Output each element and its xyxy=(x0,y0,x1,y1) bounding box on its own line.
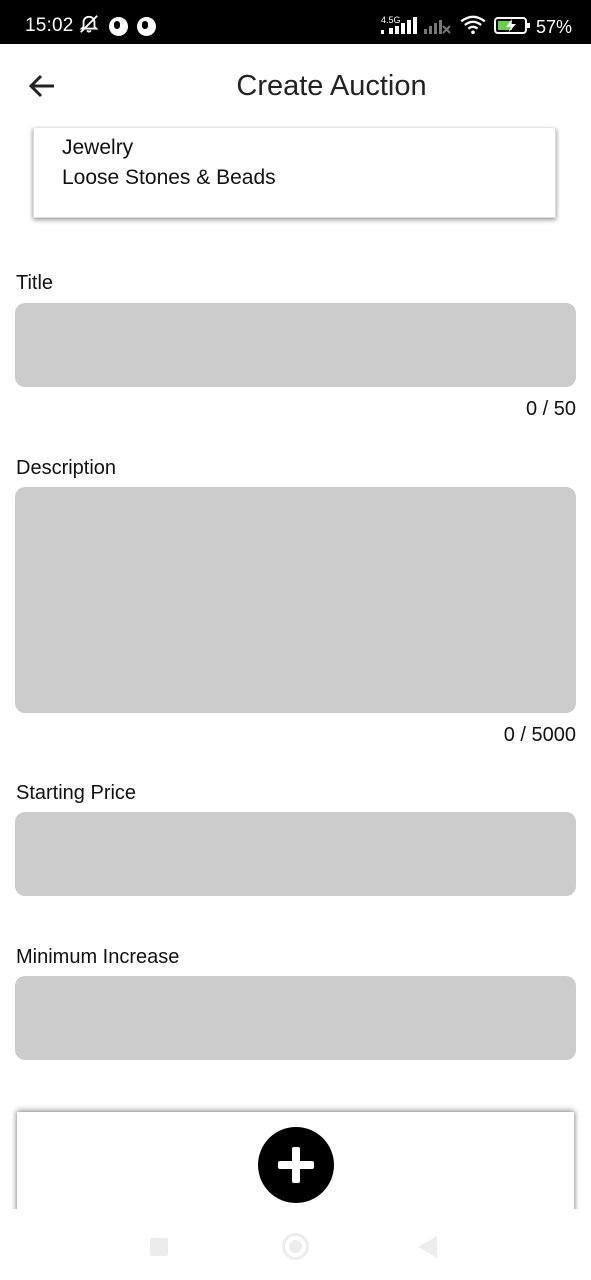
category-dropdown-list[interactable]: Jewelry Loose Stones & Beads xyxy=(33,128,556,218)
battery-percent: 57% xyxy=(536,17,573,37)
page-title: Create Auction xyxy=(236,70,427,102)
signal-icon xyxy=(381,17,417,34)
title-char-counter: 0 / 50 xyxy=(525,398,576,420)
muted-bell-icon xyxy=(79,15,99,33)
starting-price-label: Starting Price xyxy=(16,782,137,804)
title-input[interactable] xyxy=(15,303,576,387)
category-item[interactable]: Jewelry xyxy=(62,136,133,160)
description-label: Description xyxy=(16,457,117,479)
plus-icon xyxy=(278,1147,314,1183)
description-char-counter: 0 / 5000 xyxy=(503,724,576,746)
add-photo-button[interactable] xyxy=(258,1127,334,1203)
starting-price-input[interactable] xyxy=(15,812,576,896)
back-triangle-icon[interactable] xyxy=(418,1236,437,1258)
minimum-increase-label: Minimum Increase xyxy=(16,946,180,968)
status-time: 15:02 xyxy=(25,15,74,36)
app-bar: Create Auction xyxy=(0,44,591,128)
status-bar: 15:02 4.5G 57% xyxy=(0,0,591,44)
system-nav-bar xyxy=(0,1209,591,1280)
no-signal-icon xyxy=(424,20,451,34)
wifi-icon xyxy=(460,15,486,35)
battery-charging-icon xyxy=(494,17,530,34)
minimum-increase-input[interactable] xyxy=(15,976,576,1060)
home-circle-icon[interactable] xyxy=(282,1233,309,1260)
app-notification-icon xyxy=(109,17,128,36)
description-textarea[interactable] xyxy=(15,487,576,713)
category-item[interactable]: Loose Stones & Beads xyxy=(62,166,276,190)
recents-square-icon[interactable] xyxy=(150,1238,168,1256)
app-notification-icon xyxy=(137,17,156,36)
title-label: Title xyxy=(16,272,54,294)
